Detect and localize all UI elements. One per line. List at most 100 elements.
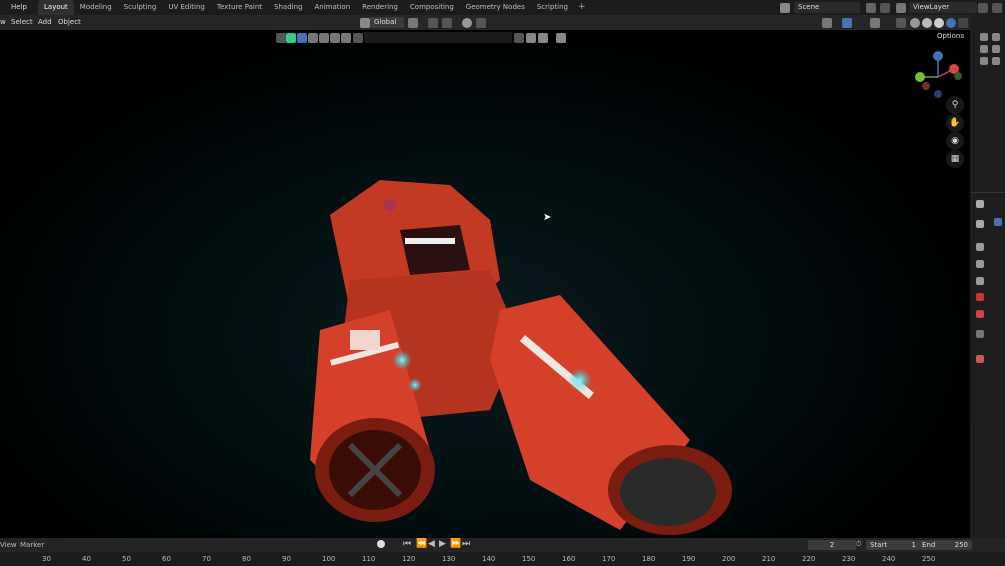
help-menu[interactable]: Help (11, 3, 27, 11)
zoom-icon[interactable]: ⚲ (946, 96, 964, 114)
play-icon[interactable]: ▶ (439, 539, 446, 549)
tab-sculpting[interactable]: Sculpting (118, 0, 163, 15)
tab-shading[interactable]: Shading (268, 0, 308, 15)
material-preview-icon[interactable] (934, 18, 944, 28)
object-properties-icon[interactable] (976, 310, 984, 318)
collection-properties-icon[interactable] (976, 330, 984, 338)
solid-shading-icon[interactable] (922, 18, 932, 28)
clear-search-icon[interactable] (514, 33, 524, 43)
tab-geometry-nodes[interactable]: Geometry Nodes (460, 0, 531, 15)
end-frame-field[interactable]: End 250 (918, 540, 972, 550)
select-menu[interactable]: Select (11, 18, 33, 26)
grid-view-icon[interactable]: ▦ (946, 150, 964, 168)
editor-type-icon[interactable] (976, 200, 984, 208)
object-menu[interactable]: Object (58, 18, 81, 26)
play-reverse-icon[interactable]: ◀ (428, 539, 435, 549)
bookmark-icon[interactable] (526, 33, 536, 43)
clock-icon[interactable]: ⏱ (856, 540, 861, 549)
display-mode-icon[interactable] (538, 33, 548, 43)
tool-properties-icon[interactable] (976, 220, 984, 228)
frame-tick-label: 170 (602, 555, 616, 563)
rendered-shading-icon[interactable] (946, 18, 956, 28)
tab-layout[interactable]: Layout (38, 0, 74, 15)
xray-icon[interactable] (896, 18, 906, 28)
snap-icon[interactable] (428, 18, 438, 28)
timeline-ruler[interactable]: 30 40 50 60 70 80 90 100 110 120 130 140 150 160 170 18… (0, 552, 1005, 566)
render-properties-icon[interactable] (994, 218, 1002, 226)
filter-icon[interactable] (556, 33, 566, 43)
eye-icon-3[interactable] (980, 57, 988, 65)
select-mode-icon-2[interactable] (319, 33, 329, 43)
object-type-icon (286, 33, 296, 43)
camera-icon[interactable] (992, 33, 1000, 41)
world-properties-icon[interactable] (976, 293, 984, 301)
properties-panel (970, 15, 1005, 538)
current-frame-field[interactable]: 2 (808, 540, 856, 550)
pan-hand-icon[interactable]: ✋ (946, 114, 964, 132)
timeline-view-menu[interactable]: View (0, 541, 17, 549)
viewport-toolbar: Options (0, 30, 970, 45)
camera-view-icon[interactable]: ◉ (946, 132, 964, 150)
eye-icon-2[interactable] (980, 45, 988, 53)
scene-selector[interactable]: Scene (794, 2, 860, 13)
tab-rendering[interactable]: Rendering (356, 0, 404, 15)
select-box-icon[interactable] (297, 33, 307, 43)
wireframe-shading-icon[interactable] (910, 18, 920, 28)
view-menu[interactable]: w (0, 18, 6, 26)
output-properties-icon[interactable] (976, 243, 984, 251)
tab-animation[interactable]: Animation (308, 0, 356, 15)
new-view-layer-icon[interactable] (978, 3, 988, 13)
next-keyframe-icon[interactable]: ⏩ (450, 539, 461, 549)
select-mode-icon-3[interactable] (330, 33, 340, 43)
delete-view-layer-icon[interactable] (992, 3, 1002, 13)
camera-icon-3[interactable] (992, 57, 1000, 65)
3d-viewport[interactable]: Options ⚲ ✋ ◉ ▦ ➤ (0, 30, 970, 538)
frame-tick-label: 150 (522, 555, 536, 563)
tab-texture-paint[interactable]: Texture Paint (211, 0, 268, 15)
snap-target-icon[interactable] (442, 18, 452, 28)
orientation-dropdown[interactable]: Global (370, 17, 404, 28)
new-scene-icon[interactable] (866, 3, 876, 13)
tab-uv-editing[interactable]: UV Editing (162, 0, 211, 15)
select-mode-icon-4[interactable] (341, 33, 351, 43)
shading-options-icon[interactable] (958, 18, 968, 28)
add-menu[interactable]: Add (38, 18, 52, 26)
tab-modeling[interactable]: Modeling (74, 0, 118, 15)
camera-icon-2[interactable] (992, 45, 1000, 53)
delete-scene-icon[interactable] (880, 3, 890, 13)
pivot-point-icon[interactable] (408, 18, 418, 28)
timeline-marker-menu[interactable]: Marker (20, 541, 44, 549)
texture-properties-icon[interactable] (976, 355, 984, 363)
eye-icon[interactable] (980, 33, 988, 41)
start-label: Start (870, 541, 888, 549)
frame-tick-label: 70 (202, 555, 211, 563)
proportional-edit-icon[interactable] (462, 18, 472, 28)
gizmo-toggle-icon[interactable] (842, 18, 852, 28)
frame-tick-label: 80 (242, 555, 251, 563)
search-input[interactable] (364, 32, 512, 43)
select-mode-icon[interactable] (308, 33, 318, 43)
jump-start-icon[interactable]: ⏮ (403, 539, 411, 549)
scene-properties-icon[interactable] (976, 277, 984, 285)
tab-compositing[interactable]: Compositing (404, 0, 460, 15)
start-frame-field[interactable]: Start 1 (866, 540, 920, 550)
jump-end-icon[interactable]: ⏭ (462, 539, 470, 549)
gizmo-neg-z (934, 90, 942, 98)
overlays-icon[interactable] (870, 18, 880, 28)
spaceship-model[interactable] (290, 160, 750, 538)
view-layer-icon (896, 3, 906, 13)
collapse-icon[interactable] (276, 33, 286, 43)
options-dropdown[interactable]: Options (937, 32, 964, 40)
tab-scripting[interactable]: Scripting (531, 0, 574, 15)
visibility-icon[interactable] (822, 18, 832, 28)
record-icon[interactable] (377, 540, 385, 548)
view-layer-properties-icon[interactable] (976, 260, 984, 268)
search-icon[interactable] (353, 33, 363, 43)
falloff-icon[interactable] (476, 18, 486, 28)
gizmo-y-axis (915, 72, 925, 82)
navigation-gizmo[interactable] (912, 50, 964, 102)
prev-keyframe-icon[interactable]: ⏪ (416, 539, 427, 549)
frame-tick-label: 110 (362, 555, 376, 563)
view-layer-selector[interactable]: ViewLayer (909, 2, 977, 13)
add-workspace-button[interactable]: + (574, 0, 590, 15)
